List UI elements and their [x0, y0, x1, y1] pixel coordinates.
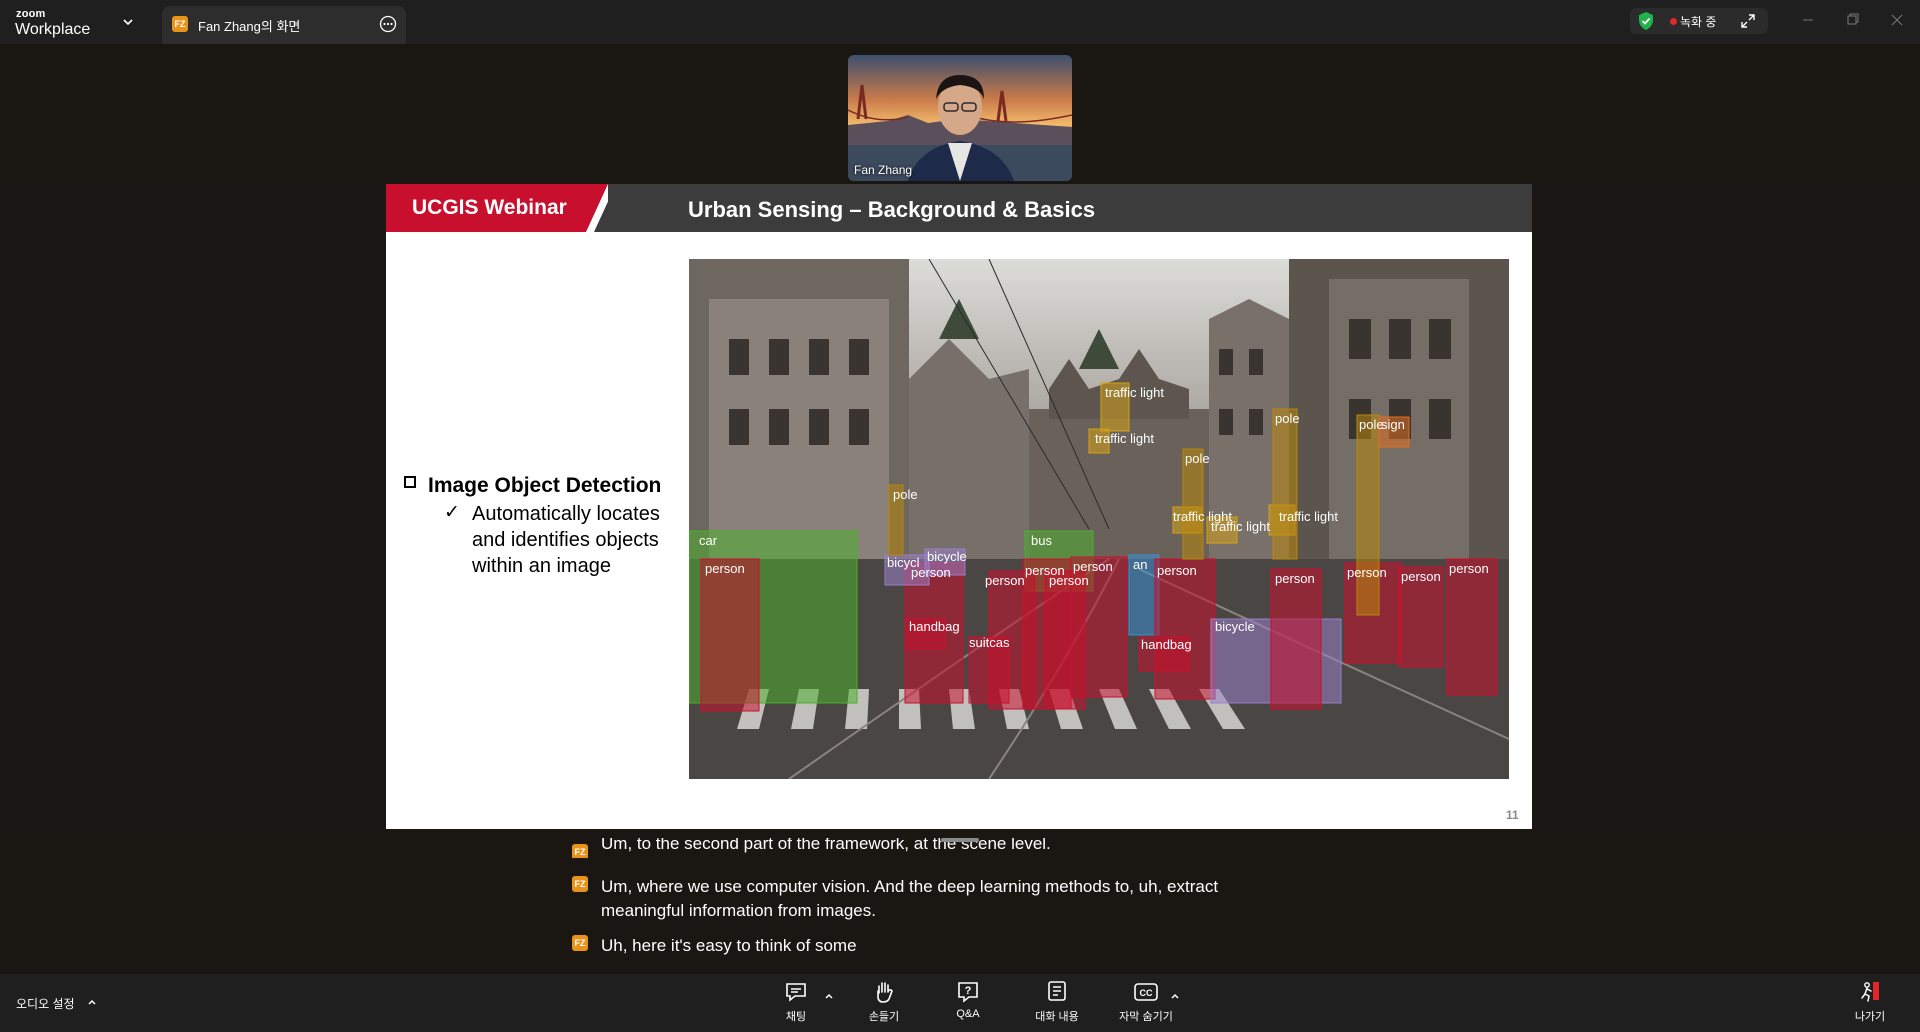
- detection-label-person: person: [1157, 563, 1197, 578]
- expand-icon[interactable]: [1740, 13, 1756, 29]
- detection-label-bicycle: bicycle: [927, 549, 967, 564]
- detection-label-person: person: [1073, 559, 1113, 574]
- chevron-up-icon[interactable]: [1169, 990, 1181, 1002]
- detection-label-person: person: [1347, 565, 1387, 580]
- caption-speaker-badge: FZ: [572, 844, 588, 858]
- svg-text:CC: CC: [1140, 988, 1153, 998]
- detection-label-an: an: [1133, 557, 1147, 572]
- checkbox-bullet-icon: [404, 476, 416, 488]
- detection-label-person: person: [1049, 573, 1089, 588]
- meeting-toolbar: 오디오 설정 채팅 손들기 ? Q&A 대화 내용 CC 자막 숨기기 나가기: [0, 974, 1920, 1032]
- chat-icon: [786, 983, 806, 1002]
- transcript-button[interactable]: 대화 내용: [1017, 980, 1097, 1028]
- security-shield-icon: [1639, 12, 1653, 30]
- detection-label-car: car: [699, 533, 718, 548]
- raise-hand-icon: [877, 982, 893, 1003]
- detection-label-person: person: [1449, 561, 1489, 576]
- shared-slide: UCGIS Webinar Urban Sensing – Background…: [386, 184, 1532, 829]
- detection-label-traffic-light: traffic light: [1279, 509, 1338, 524]
- more-options-icon[interactable]: [378, 14, 398, 34]
- qa-icon: ?: [958, 982, 978, 1003]
- svg-text:?: ?: [965, 985, 972, 997]
- minimize-icon[interactable]: [1796, 10, 1820, 30]
- slide-title: Urban Sensing – Background & Basics: [688, 197, 1096, 222]
- detection-box-person: [1446, 558, 1498, 696]
- detection-label-pole: pole: [893, 487, 918, 502]
- participant-avatar-badge: FZ: [172, 16, 188, 32]
- qa-button[interactable]: ? Q&A: [928, 980, 1008, 1028]
- detection-label-traffic-light: traffic light: [1211, 519, 1270, 534]
- detection-box-person: [1154, 558, 1216, 700]
- hide-captions-button[interactable]: CC 자막 숨기기: [1106, 980, 1186, 1028]
- detection-label-suitcase: suitcas: [969, 635, 1010, 650]
- resize-drag-handle[interactable]: [941, 838, 979, 842]
- caption-speaker-badge: FZ: [572, 876, 588, 892]
- brand-logo-text: zoom: [16, 8, 46, 20]
- detection-label-pole: pole: [1359, 417, 1384, 432]
- caption-speaker-badge: FZ: [572, 935, 588, 951]
- detection-box-person: [700, 558, 760, 712]
- audio-settings-button[interactable]: 오디오 설정: [16, 995, 75, 1012]
- recording-label: 녹화 중: [1680, 15, 1717, 29]
- detection-label-person: person: [1275, 571, 1315, 586]
- detection-label-bicycle: bicycl: [887, 555, 920, 570]
- caption-line: FZ Um, to the second part of the framewo…: [572, 838, 1272, 858]
- detection-label-person: person: [985, 573, 1025, 588]
- app-brand-menu[interactable]: zoom Workplace: [12, 4, 137, 40]
- transcript-icon: [1048, 981, 1066, 1001]
- chat-label: 채팅: [785, 1011, 807, 1023]
- detection-label-pole: pole: [1275, 411, 1300, 426]
- detection-label-handbag: handbag: [909, 619, 960, 634]
- detection-box-pole: [1272, 408, 1298, 560]
- caption-text: Uh, here it's easy to think of some: [601, 936, 857, 955]
- participant-name-label: Fan Zhang: [854, 163, 913, 177]
- slide-brand: UCGIS Webinar: [412, 196, 567, 219]
- detection-label-person: person: [1401, 569, 1441, 584]
- chevron-up-icon[interactable]: [86, 996, 98, 1008]
- screen-share-tab[interactable]: FZ Fan Zhang의 화면: [162, 6, 406, 44]
- caption-text: Um, to the second part of the framework,…: [601, 838, 1051, 853]
- leave-button[interactable]: 나가기: [1830, 980, 1910, 1028]
- detection-box-pole: [1356, 414, 1380, 616]
- closed-captions-icon: CC: [1134, 983, 1158, 1001]
- tab-title: Fan Zhang의 화면: [198, 19, 301, 34]
- detection-box-person: [1270, 568, 1322, 710]
- caption-text: Um, where we use computer vision. And th…: [601, 877, 1219, 920]
- chevron-down-icon[interactable]: [120, 14, 136, 30]
- transcript-label: 대화 내용: [1035, 1011, 1079, 1023]
- brand-name: Workplace: [15, 21, 91, 38]
- detection-label-traffic-light: traffic light: [1095, 431, 1154, 446]
- bullet-heading: Image Object Detection: [428, 474, 662, 497]
- close-icon[interactable]: [1885, 10, 1909, 30]
- title-bar: zoom Workplace FZ Fan Zhang의 화면 녹화 중: [0, 0, 1920, 44]
- chevron-up-icon[interactable]: [823, 990, 835, 1002]
- slide-header: UCGIS Webinar Urban Sensing – Background…: [386, 184, 1532, 232]
- participant-video-tile[interactable]: Fan Zhang: [848, 55, 1072, 181]
- raise-hand-label: 손들기: [868, 1011, 900, 1023]
- caption-panel: FZ Um, to the second part of the framewo…: [0, 829, 1920, 974]
- object-detection-image: car person bus an person person person p…: [689, 259, 1509, 779]
- recording-status[interactable]: 녹화 중: [1630, 8, 1768, 34]
- bullet-body: Automatically locates and identifies obj…: [472, 503, 660, 577]
- recording-dot-icon: [1670, 18, 1677, 25]
- detection-label-bus: bus: [1031, 533, 1052, 548]
- detection-label-handbag: handbag: [1141, 637, 1192, 652]
- checkmark-icon: ✓: [444, 502, 460, 523]
- detection-label-bicycle: bicycle: [1215, 619, 1255, 634]
- hide-captions-label: 자막 숨기기: [1119, 1011, 1173, 1023]
- leave-icon: [1861, 982, 1879, 1002]
- raise-hand-button[interactable]: 손들기: [844, 980, 924, 1028]
- leave-label: 나가기: [1854, 1011, 1886, 1023]
- detection-label-pole: pole: [1185, 451, 1210, 466]
- detection-label-traffic-light: traffic light: [1105, 385, 1164, 400]
- restore-icon[interactable]: [1840, 10, 1864, 30]
- detection-label-person: person: [705, 561, 745, 576]
- slide-page-number: 11: [1506, 808, 1519, 822]
- chat-button[interactable]: 채팅: [756, 980, 836, 1028]
- qa-label: Q&A: [956, 1008, 980, 1020]
- detection-label-sign: sign: [1381, 417, 1405, 432]
